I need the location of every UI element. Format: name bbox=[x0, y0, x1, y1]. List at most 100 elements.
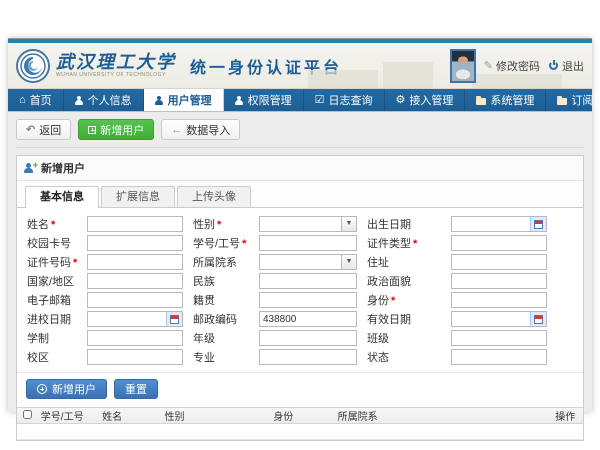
logout-label: 退出 bbox=[562, 58, 584, 74]
nav-item-4[interactable]: ☑日志查询 bbox=[304, 89, 385, 111]
form-label: 政治面貌 bbox=[367, 273, 441, 289]
nav-item-2[interactable]: 用户管理 bbox=[144, 89, 224, 111]
tab-0[interactable]: 基本信息 bbox=[25, 186, 99, 208]
form-input[interactable] bbox=[87, 254, 183, 270]
required-asterisk: * bbox=[413, 238, 417, 250]
back-arrow-icon: ↶ bbox=[26, 123, 35, 136]
table-column-header: 所属院系 bbox=[336, 408, 554, 423]
change-password-link[interactable]: ✎ 修改密码 bbox=[484, 58, 540, 74]
form-label: 状态 bbox=[367, 349, 441, 365]
calendar-button[interactable] bbox=[530, 217, 546, 231]
university-logo-icon bbox=[16, 49, 50, 83]
person-icon bbox=[75, 96, 84, 105]
back-label: 返回 bbox=[39, 122, 61, 138]
form-label: 性别* bbox=[193, 216, 249, 232]
users-table-header: 学号/工号姓名性别身份所属院系操作 bbox=[17, 407, 583, 424]
logout-link[interactable]: 退出 bbox=[548, 58, 584, 74]
form-input[interactable] bbox=[259, 273, 357, 289]
folder-icon bbox=[557, 96, 567, 105]
form-input[interactable] bbox=[87, 349, 183, 365]
calendar-icon bbox=[170, 315, 179, 324]
form-input[interactable] bbox=[87, 235, 183, 251]
form-input[interactable] bbox=[259, 235, 357, 251]
form-input[interactable] bbox=[259, 292, 357, 308]
import-arrow-icon: ← bbox=[171, 124, 182, 136]
add-user-toolbar-button[interactable]: 新增用户 bbox=[78, 119, 154, 140]
nav-item-5[interactable]: ⚙接入管理 bbox=[385, 89, 466, 111]
nav-item-1[interactable]: 个人信息 bbox=[64, 89, 144, 111]
form-label: 学制 bbox=[27, 330, 77, 346]
form-input[interactable] bbox=[87, 330, 183, 346]
required-asterisk: * bbox=[51, 219, 55, 231]
data-import-button[interactable]: ← 数据导入 bbox=[161, 119, 240, 140]
add-square-icon bbox=[88, 126, 96, 134]
form-label: 有效日期 bbox=[367, 311, 441, 327]
form-input[interactable] bbox=[451, 292, 547, 308]
reset-button[interactable]: 重置 bbox=[114, 379, 158, 399]
calendar-icon bbox=[534, 220, 543, 229]
form-select[interactable]: ▼ bbox=[259, 254, 357, 270]
user-plus-icon bbox=[25, 163, 36, 173]
pencil-icon: ✎ bbox=[484, 59, 493, 72]
form-label: 证件号码* bbox=[27, 254, 77, 270]
form-label: 校园卡号 bbox=[27, 235, 77, 251]
calendar-button[interactable] bbox=[530, 312, 546, 326]
form-input[interactable] bbox=[451, 330, 547, 346]
form-input[interactable] bbox=[87, 216, 183, 232]
home-icon: ⌂ bbox=[19, 95, 26, 106]
form-label: 学号/工号* bbox=[193, 235, 249, 251]
calendar-button[interactable] bbox=[166, 312, 182, 326]
nav-item-6[interactable]: 系统管理 bbox=[465, 89, 546, 111]
form-select[interactable]: ▼ bbox=[259, 216, 357, 232]
data-import-label: 数据导入 bbox=[186, 122, 230, 138]
form-label: 邮政编码 bbox=[193, 311, 249, 327]
form-input[interactable] bbox=[451, 349, 547, 365]
form-label: 国家/地区 bbox=[27, 273, 77, 289]
form-input[interactable] bbox=[259, 330, 357, 346]
form-input[interactable] bbox=[451, 273, 547, 289]
form-datebox[interactable] bbox=[451, 216, 547, 232]
form-datebox[interactable] bbox=[87, 311, 183, 327]
tab-2[interactable]: 上传头像 bbox=[177, 186, 251, 207]
nav-item-7[interactable]: 订阅管理 bbox=[546, 89, 600, 111]
tab-1[interactable]: 扩展信息 bbox=[101, 186, 175, 207]
folder-icon bbox=[476, 96, 486, 105]
gear-icon: ⚙ bbox=[396, 95, 406, 106]
power-icon bbox=[548, 60, 559, 71]
table-column-header: 性别 bbox=[163, 408, 272, 423]
panel-tabs: 基本信息扩展信息上传头像 bbox=[17, 181, 583, 208]
reset-label: 重置 bbox=[125, 381, 147, 397]
form-input[interactable] bbox=[259, 311, 357, 327]
building-silhouette bbox=[308, 70, 378, 88]
form-label: 进校日期 bbox=[27, 311, 77, 327]
change-password-label: 修改密码 bbox=[496, 58, 540, 74]
form-datebox[interactable] bbox=[451, 311, 547, 327]
toolbar: ↶ 返回 新增用户 ← 数据导入 bbox=[16, 119, 584, 148]
nav-item-label: 系统管理 bbox=[490, 92, 534, 108]
required-asterisk: * bbox=[217, 219, 221, 231]
chevron-down-icon[interactable]: ▼ bbox=[341, 217, 356, 231]
nav-item-label: 接入管理 bbox=[409, 92, 453, 108]
form-label: 姓名* bbox=[27, 216, 77, 232]
user-avatar[interactable] bbox=[450, 49, 476, 83]
back-button[interactable]: ↶ 返回 bbox=[16, 119, 71, 140]
form-input[interactable] bbox=[451, 235, 547, 251]
form-actions: 新增用户 重置 bbox=[17, 372, 583, 407]
plus-circle-icon bbox=[37, 384, 47, 394]
form-label: 年级 bbox=[193, 330, 249, 346]
add-user-label: 新增用户 bbox=[100, 122, 144, 138]
form-label: 出生日期 bbox=[367, 216, 441, 232]
form-input[interactable] bbox=[87, 273, 183, 289]
form-input[interactable] bbox=[259, 349, 357, 365]
submit-add-user-button[interactable]: 新增用户 bbox=[26, 379, 107, 399]
new-user-panel: 新增用户 基本信息扩展信息上传头像 姓名*性别*▼出生日期校园卡号学号/工号*证… bbox=[16, 155, 584, 441]
nav-item-label: 日志查询 bbox=[329, 92, 373, 108]
form-input[interactable] bbox=[451, 254, 547, 270]
nav-item-0[interactable]: ⌂首页 bbox=[8, 89, 64, 111]
form-label: 电子邮箱 bbox=[27, 292, 77, 308]
nav-item-3[interactable]: 权限管理 bbox=[224, 89, 304, 111]
form-input[interactable] bbox=[87, 292, 183, 308]
new-user-form: 姓名*性别*▼出生日期校园卡号学号/工号*证件类型*证件号码*所属院系▼住址国家… bbox=[17, 208, 583, 372]
select-all-checkbox[interactable] bbox=[23, 410, 32, 419]
chevron-down-icon[interactable]: ▼ bbox=[341, 255, 356, 269]
